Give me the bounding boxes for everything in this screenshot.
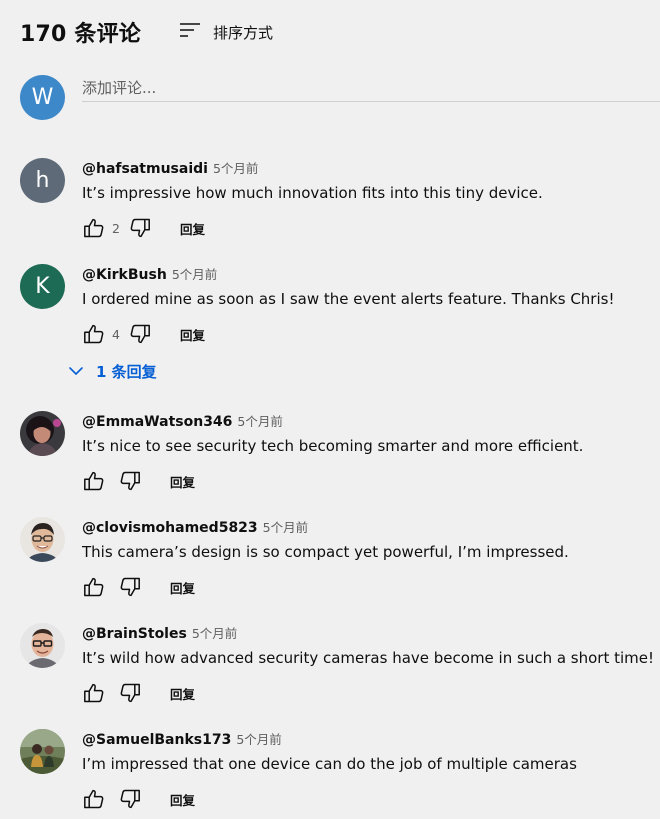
avatar: W [20, 75, 65, 120]
comment-text: It’s wild how advanced security cameras … [82, 649, 655, 667]
avatar[interactable] [20, 411, 65, 456]
comment-text: This camera’s design is so compact yet p… [82, 543, 569, 561]
avatar[interactable] [20, 517, 65, 562]
avatar[interactable] [20, 729, 65, 774]
comment-time[interactable]: 5个月前 [263, 517, 308, 536]
avatar[interactable]: K [20, 264, 65, 309]
sort-lines-icon [179, 20, 201, 44]
sort-button[interactable]: 排序方式 [179, 20, 273, 44]
comment-time[interactable]: 5个月前 [213, 158, 258, 177]
comments-header: 170 条评论 排序方式 [20, 14, 273, 50]
thumbs-up-icon[interactable] [82, 216, 106, 240]
show-replies-button[interactable]: 1 条回复 [68, 360, 157, 382]
sort-label: 排序方式 [212, 23, 273, 42]
reply-button[interactable]: 回复 [170, 684, 195, 703]
comment-time[interactable]: 5个月前 [192, 623, 237, 642]
thumbs-down-icon[interactable] [118, 575, 142, 599]
thumbs-up-icon[interactable] [82, 469, 106, 493]
avatar[interactable] [20, 623, 65, 668]
comment-author[interactable]: @clovismohamed5823 [82, 520, 258, 536]
comment-time[interactable]: 5个月前 [237, 411, 282, 430]
comment-actions: 回复 [82, 681, 195, 705]
thumbs-down-icon[interactable] [118, 681, 142, 705]
comment-count: 170 条评论 [20, 22, 141, 47]
chevron-down-icon [68, 362, 84, 381]
avatar[interactable]: h [20, 158, 65, 203]
comment-time[interactable]: 5个月前 [236, 729, 281, 748]
avatar-letter: K [35, 274, 50, 299]
comment-author[interactable]: @hafsatmusaidi [82, 161, 208, 177]
comment-author[interactable]: @BrainStoles [82, 626, 187, 642]
thumbs-up-icon[interactable] [82, 322, 106, 346]
comments-panel: 170 条评论 排序方式 W h @hafsatmusaidi 5个 [0, 0, 660, 819]
comment-actions: 4 回复 [82, 322, 205, 346]
comment-text: It’s impressive how much innovation fits… [82, 184, 543, 202]
comment-actions: 回复 [82, 469, 195, 493]
reply-button[interactable]: 回复 [180, 219, 205, 238]
add-comment-input[interactable] [82, 75, 660, 102]
thumbs-down-icon[interactable] [128, 216, 152, 240]
comment-actions: 2 回复 [82, 216, 205, 240]
add-comment-row: W [20, 75, 660, 123]
avatar-letter: h [35, 168, 50, 193]
like-count: 2 [112, 220, 120, 236]
thumbs-down-icon[interactable] [128, 322, 152, 346]
comment-author[interactable]: @SamuelBanks173 [82, 732, 231, 748]
reply-button[interactable]: 回复 [170, 790, 195, 809]
comment-text: I’m impressed that one device can do the… [82, 755, 577, 773]
like-count: 4 [112, 326, 120, 342]
comment-time[interactable]: 5个月前 [172, 264, 217, 283]
thumbs-down-icon[interactable] [118, 787, 142, 811]
comment-author[interactable]: @KirkBush [82, 267, 167, 283]
comment-text: It’s nice to see security tech becoming … [82, 437, 584, 455]
thumbs-up-icon[interactable] [82, 575, 106, 599]
thumbs-up-icon[interactable] [82, 787, 106, 811]
reply-button[interactable]: 回复 [180, 325, 205, 344]
replies-label: 1 条回复 [96, 362, 157, 381]
thumbs-up-icon[interactable] [82, 681, 106, 705]
reply-button[interactable]: 回复 [170, 578, 195, 597]
reply-button[interactable]: 回复 [170, 472, 195, 491]
comment-author[interactable]: @EmmaWatson346 [82, 414, 232, 430]
comment-text: I ordered mine as soon as I saw the even… [82, 290, 615, 308]
thumbs-down-icon[interactable] [118, 469, 142, 493]
comment-actions: 回复 [82, 787, 195, 811]
avatar-letter: W [31, 85, 54, 110]
comment-actions: 回复 [82, 575, 195, 599]
